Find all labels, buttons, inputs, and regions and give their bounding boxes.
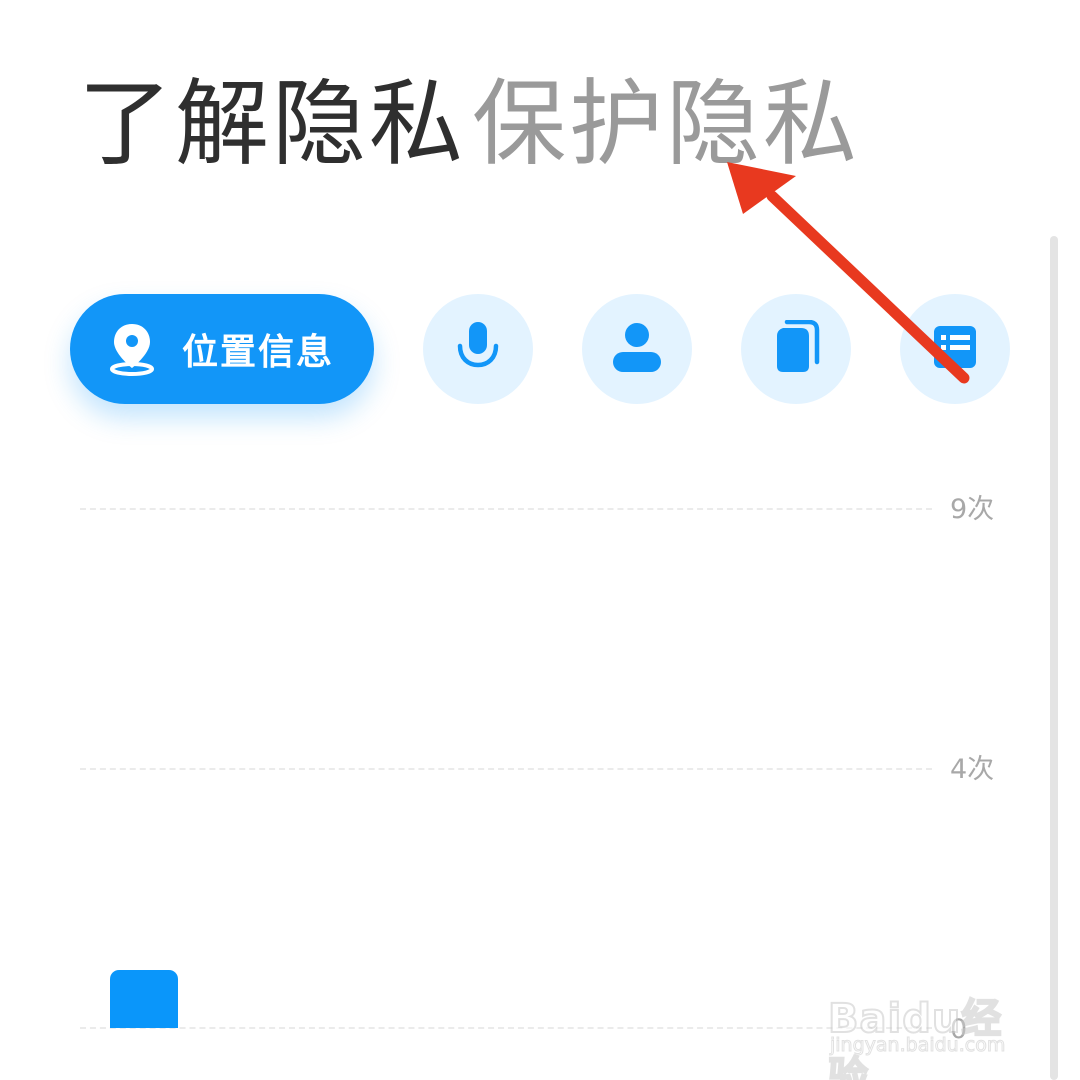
contacts-person-icon [610,320,664,378]
tab-understand-privacy[interactable]: 了解隐私 [78,70,466,180]
location-pin-icon [104,321,160,377]
gridline-baseline [80,1027,932,1029]
gridline-middle [80,768,932,770]
files-icon [771,319,821,378]
y-tick-label: 9次 [950,494,995,525]
gridline-top [80,508,932,510]
category-call-log-button[interactable] [900,294,1010,404]
baidu-watermark: Baidu经验 jingyan.baidu.com [826,962,1026,1080]
microphone-icon [453,320,503,378]
category-location-label: 位置信息 [182,332,335,373]
chart-bar [110,970,178,1028]
watermark-main: Baidu经验 [827,995,1003,1080]
category-contacts-button[interactable] [582,294,692,404]
scrollbar[interactable] [1050,236,1058,1080]
watermark-sub: jingyan.baidu.com [829,1034,1006,1057]
y-tick-label: 4次 [950,754,995,785]
category-location-button[interactable]: 位置信息 [70,294,374,404]
tab-protect-privacy[interactable]: 保护隐私 [472,70,860,180]
privacy-page: 了解隐私 保护隐私 位置信息 9次 4次 0 Baidu经验 jingyan.b… [0,0,1080,1080]
category-microphone-button[interactable] [423,294,533,404]
category-files-button[interactable] [741,294,851,404]
call-log-list-icon [932,324,978,374]
